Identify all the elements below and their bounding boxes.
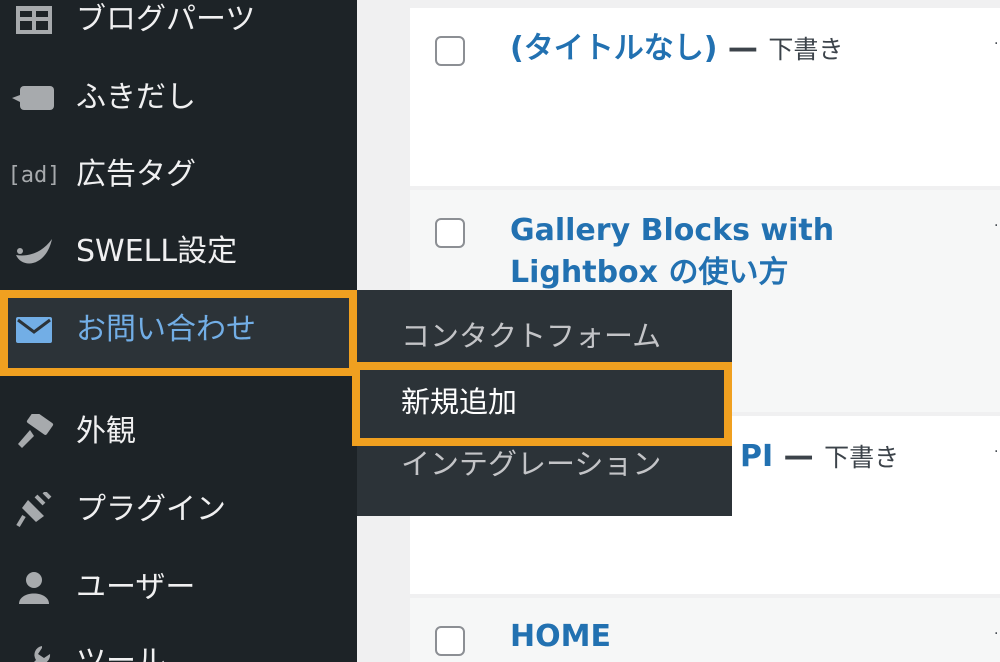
sidebar-item-appearance[interactable]: 外観 xyxy=(0,402,357,462)
grid-icon xyxy=(12,0,56,40)
sidebar-item-ad-tags[interactable]: [ad] 広告タグ xyxy=(0,145,357,205)
row-overflow-mark: · xyxy=(994,218,999,234)
post-title-link[interactable]: PI xyxy=(740,439,773,474)
submenu-item-label: コンタクトフォーム xyxy=(401,319,662,353)
row-overflow-mark: · xyxy=(994,36,999,52)
sidebar-item-label: プラグイン xyxy=(76,492,226,527)
user-icon xyxy=(12,568,56,608)
sidebar-item-label: 広告タグ xyxy=(76,157,196,192)
row-overflow-mark: · xyxy=(994,444,999,460)
post-title-link[interactable]: HOME xyxy=(510,619,611,654)
table-row: HOME · xyxy=(410,598,1000,662)
post-title-link[interactable]: (タイトルなし) xyxy=(510,31,717,66)
sidebar-item-speech-bubble[interactable]: ふきだし xyxy=(0,70,357,130)
contact-submenu-flyout: コンタクトフォーム 新規追加 インテグレーション xyxy=(357,290,732,516)
sidebar-item-label: ツール xyxy=(76,644,166,662)
sidebar-item-label: 外観 xyxy=(76,414,136,449)
row-checkbox[interactable] xyxy=(435,626,465,656)
plugin-icon xyxy=(12,490,56,530)
post-title-link[interactable]: Gallery Blocks with Lightbox の使い方 xyxy=(510,213,834,290)
submenu-item-integration[interactable]: インテグレーション xyxy=(357,434,732,496)
admin-sidebar: ブログパーツ ふきだし [ad] 広告タグ SWELL設定 お問い合わせ 外観 … xyxy=(0,0,357,662)
row-checkbox[interactable] xyxy=(435,218,465,248)
speech-bubble-icon xyxy=(12,78,56,118)
sidebar-item-blog-parts[interactable]: ブログパーツ xyxy=(0,0,357,60)
sidebar-item-label: ブログパーツ xyxy=(76,2,256,37)
sidebar-item-label: お問い合わせ xyxy=(76,312,256,347)
sidebar-item-users[interactable]: ユーザー xyxy=(0,558,357,618)
title-separator: — xyxy=(783,439,814,474)
sidebar-item-contact[interactable]: お問い合わせ xyxy=(0,298,357,368)
sidebar-item-swell-settings[interactable]: SWELL設定 xyxy=(0,222,357,282)
submenu-item-add-new[interactable]: 新規追加 xyxy=(357,372,732,434)
mail-icon xyxy=(12,310,56,350)
submenu-item-contact-forms[interactable]: コンタクトフォーム xyxy=(357,306,732,368)
sidebar-item-label: ふきだし xyxy=(76,80,196,115)
title-separator: — xyxy=(727,31,758,66)
sidebar-item-plugins[interactable]: プラグイン xyxy=(0,480,357,540)
submenu-item-label: インテグレーション xyxy=(401,447,662,481)
row-overflow-mark: · xyxy=(994,626,999,642)
sidebar-item-tools[interactable]: ツール xyxy=(0,632,357,662)
sidebar-item-label: ユーザー xyxy=(76,570,196,605)
post-state-draft: 下書き xyxy=(824,443,900,472)
table-row: (タイトルなし) — 下書き · xyxy=(410,8,1000,186)
sidebar-item-label: SWELL設定 xyxy=(76,234,238,269)
swell-leaf-icon xyxy=(12,232,56,272)
paintbrush-icon xyxy=(12,412,56,452)
submenu-item-label: 新規追加 xyxy=(401,385,518,419)
row-checkbox[interactable] xyxy=(435,36,465,66)
wrench-icon xyxy=(12,642,56,662)
post-state-draft: 下書き xyxy=(768,35,844,64)
ad-icon: [ad] xyxy=(7,162,61,188)
